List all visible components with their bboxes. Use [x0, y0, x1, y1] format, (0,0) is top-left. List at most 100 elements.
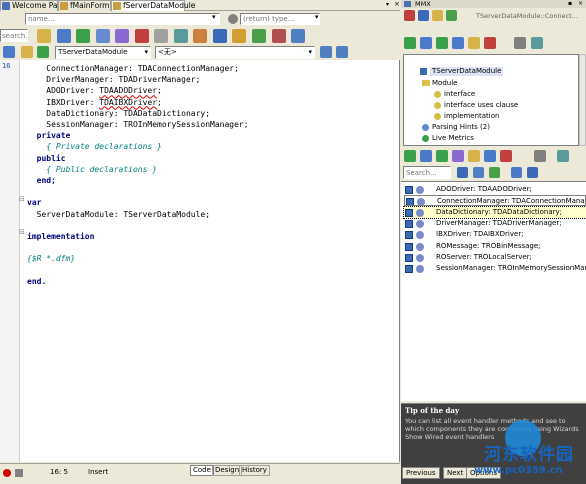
list-item[interactable]: ROMessage: TROBinMessage; [404, 241, 586, 252]
search-input[interactable] [0, 29, 28, 42]
fold-icon[interactable]: ⊟ [19, 195, 25, 203]
tree-item-interface[interactable]: interface [434, 90, 475, 99]
pencil-icon[interactable] [432, 10, 443, 21]
add-interface-icon[interactable] [420, 37, 432, 49]
field-icon [406, 198, 414, 206]
stop-icon[interactable] [15, 469, 23, 477]
name-input[interactable] [25, 13, 220, 25]
chevron-down-icon[interactable]: ▾ [212, 13, 216, 21]
delete-entity-icon[interactable] [484, 37, 496, 49]
add-class-icon[interactable] [404, 37, 416, 49]
list-item[interactable]: DriverManager: TDADriverManager; [404, 218, 586, 229]
new-class-icon[interactable] [56, 29, 71, 43]
unit-select[interactable]: TServerDataModule ▾ [55, 46, 151, 59]
metrics-icon [422, 135, 429, 142]
settings-icon[interactable] [291, 29, 306, 43]
filter-icon[interactable] [531, 37, 543, 49]
add-const-icon[interactable] [468, 150, 480, 162]
delete-icon[interactable] [134, 29, 149, 43]
field-icon [405, 186, 413, 194]
tab-history[interactable]: History [239, 465, 270, 476]
close-icon[interactable]: × [578, 0, 583, 8]
tree-item-interface-uses[interactable]: interface uses clause [434, 101, 518, 110]
tree-scrollbar[interactable] [579, 54, 586, 146]
add-property-icon[interactable] [436, 150, 448, 162]
forms-icon[interactable] [37, 46, 49, 58]
tab-code[interactable]: Code [190, 465, 214, 476]
add-method-icon[interactable] [95, 29, 110, 43]
columns-icon[interactable] [534, 150, 546, 162]
refresh-icon[interactable] [446, 10, 457, 21]
tab-design[interactable]: Design [212, 465, 243, 476]
tree-item-implementation[interactable]: implementation [434, 112, 499, 121]
tree-item-live-metrics[interactable]: Live Metrics [422, 134, 474, 143]
code-line: ConnectionManager: TDAConnectionManager; [27, 64, 239, 73]
add-type-icon[interactable] [484, 150, 496, 162]
sort-icon[interactable] [473, 167, 484, 178]
chevron-down-icon: ▾ [144, 48, 148, 56]
list-item[interactable]: ADODriver: TDAADODriver; [404, 184, 586, 195]
gear-icon[interactable] [228, 14, 238, 24]
split-icon[interactable] [336, 46, 348, 58]
add-method-icon[interactable] [420, 150, 432, 162]
tip-next-button[interactable]: Next [443, 467, 468, 479]
tip-title: Tip of the day [405, 406, 460, 415]
add-field-icon[interactable] [404, 150, 416, 162]
add-event-icon[interactable] [452, 150, 464, 162]
group-icon[interactable] [489, 167, 500, 178]
add-type-icon[interactable] [452, 37, 464, 49]
parse-icon[interactable] [193, 29, 208, 43]
delete-member-icon[interactable] [500, 150, 512, 162]
close-unit-icon[interactable] [404, 10, 415, 21]
tree-item-tserverdatamodule[interactable]: TServerDataModule [420, 67, 504, 76]
filter-icon[interactable] [557, 150, 569, 162]
list-item[interactable]: IBXDriver: TDAIBXDriver; [404, 229, 586, 240]
list-item[interactable]: DataDictionary: TDADataDictionary; [403, 205, 586, 219]
copy-icon[interactable] [232, 29, 247, 43]
paste-icon[interactable] [252, 29, 267, 43]
open-icon[interactable] [37, 29, 51, 43]
chevron-down-icon[interactable]: ▾ [315, 13, 319, 21]
nav-icon[interactable] [418, 10, 429, 21]
tip-previous-button[interactable]: Previous [402, 467, 440, 479]
visibility-icon [416, 242, 424, 251]
tab-fmainform[interactable]: fMainForm [58, 0, 111, 11]
return-type-input[interactable] [240, 13, 320, 25]
layout-icon[interactable] [320, 46, 332, 58]
add-record-icon[interactable] [436, 37, 448, 49]
pin-icon[interactable]: ▪ [568, 0, 572, 8]
add-routine-icon[interactable] [468, 37, 480, 49]
structure-tree[interactable]: TServerDataModule Module interface inter… [403, 54, 579, 146]
watermark-brand: 河东软件园 [484, 445, 574, 465]
code-editor[interactable]: 16 ⊟ ⊟ ConnectionManager: TDAConnectionM… [0, 60, 400, 462]
list-item[interactable]: ROServer: TROLocalServer; [404, 252, 586, 263]
tab-welcome-page[interactable]: Welcome Page [0, 0, 67, 11]
list-item-label: ConnectionManager: TDAConnectionManager [437, 197, 586, 206]
close-icon[interactable]: × [394, 1, 400, 9]
columns-icon[interactable] [514, 37, 526, 49]
code-line: var [27, 198, 42, 208]
undo-icon[interactable] [154, 29, 169, 43]
tab-dropdown-icon[interactable]: ▾ [386, 2, 393, 9]
member-search-input[interactable] [403, 166, 451, 179]
fold-icon[interactable]: ⊟ [19, 228, 25, 236]
add-field-icon[interactable] [76, 29, 91, 43]
list-item[interactable]: SessionManager: TROInMemorySessionManage… [404, 263, 586, 274]
tree-item-parsing-hints[interactable]: Parsing Hints (2) [422, 123, 490, 132]
tab-fserverdatamodule[interactable]: fServerDataModule [111, 0, 195, 11]
units-icon[interactable] [21, 46, 33, 58]
collapse-icon[interactable] [527, 167, 538, 178]
add-property-icon[interactable] [115, 29, 130, 43]
main-toolbar [0, 28, 400, 44]
tree-item-module[interactable]: Module [422, 79, 457, 88]
back-icon[interactable] [3, 46, 15, 58]
list-item[interactable]: ConnectionManager: TDAConnectionManager [404, 195, 586, 207]
record-icon[interactable] [3, 469, 11, 477]
cut-icon[interactable] [271, 29, 286, 43]
expand-icon[interactable] [511, 167, 522, 178]
visibility-icon[interactable] [457, 167, 468, 178]
code-line: end; [27, 176, 56, 185]
redo-icon[interactable] [173, 29, 188, 43]
refactor-icon[interactable] [212, 29, 227, 43]
section-select[interactable]: <无> ▾ [155, 46, 315, 59]
